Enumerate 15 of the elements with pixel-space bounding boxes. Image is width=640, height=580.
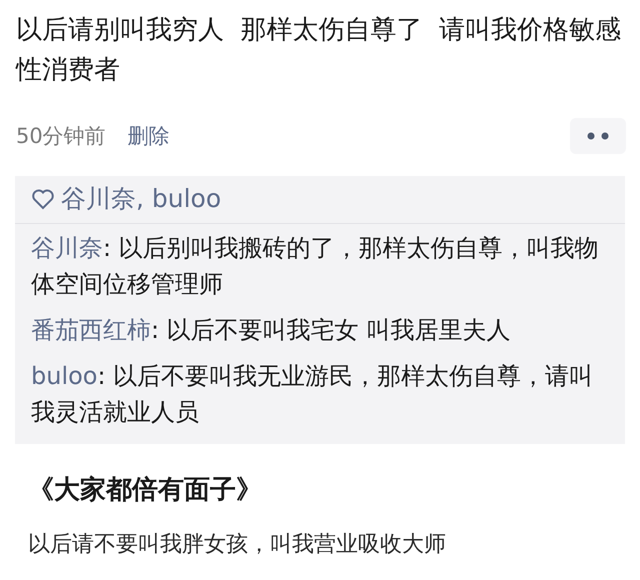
commenter-name-link[interactable]: 番茄西红柿 bbox=[31, 316, 151, 344]
comment-text: buloo: 以后不要叫我无业游民，那样太伤自尊，请叫我灵活就业人员 bbox=[30, 361, 594, 428]
delete-link[interactable]: 删除 bbox=[128, 122, 170, 150]
comment-text: 番茄西红柿: 以后不要叫我宅女 叫我居里夫人 bbox=[30, 315, 512, 346]
caption-text: 以后请不要叫我胖女孩，叫我营业吸收大师 bbox=[28, 531, 447, 559]
more-icon bbox=[585, 131, 611, 141]
likes-names: 谷川奈, buloo bbox=[61, 183, 222, 215]
post-time: 50分钟前 bbox=[16, 123, 106, 150]
commenter-name-link[interactable]: buloo bbox=[31, 362, 98, 390]
heart-icon bbox=[31, 188, 55, 210]
comment-text: 谷川奈: 以后别叫我搬砖的了，那样太伤自尊，叫我物体空间位移管理师 bbox=[30, 233, 600, 300]
caption-title: 《大家都倍有面子》 bbox=[28, 474, 263, 507]
commenter-name-link[interactable]: 谷川奈 bbox=[31, 234, 103, 262]
more-button[interactable] bbox=[570, 118, 626, 154]
post-text: 以后请别叫我穷人 那样太伤自尊了 请叫我价格敏感性消费者 bbox=[16, 14, 622, 87]
